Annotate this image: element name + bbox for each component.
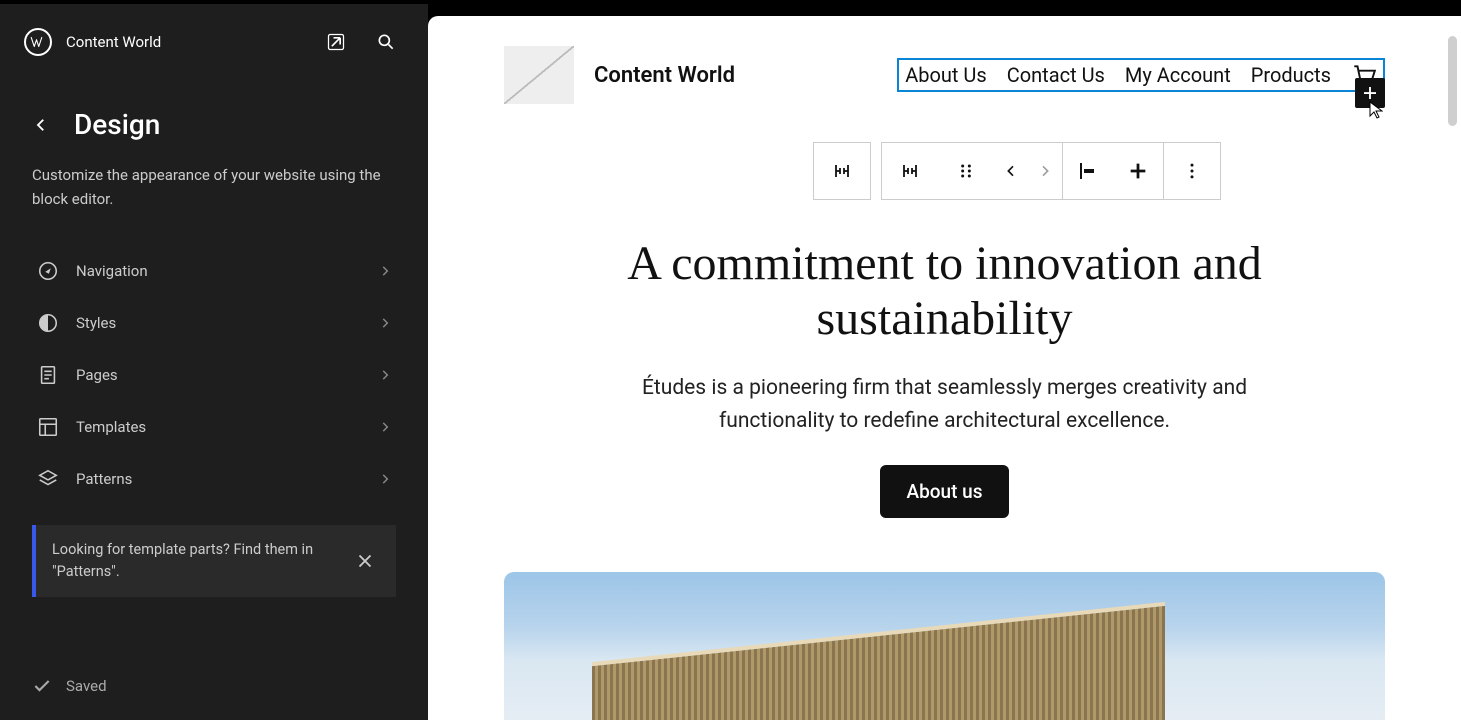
saved-label: Saved <box>66 677 107 695</box>
site-preview-canvas[interactable]: Content World About Us Contact Us My Acc… <box>428 16 1461 720</box>
nav-link-about[interactable]: About Us <box>905 63 987 87</box>
menu-label: Templates <box>76 418 362 436</box>
chevron-right-icon <box>378 368 392 382</box>
select-parent-button[interactable] <box>882 143 938 199</box>
more-options-button[interactable] <box>1164 143 1220 199</box>
block-type-button[interactable] <box>814 143 870 199</box>
chevron-right-icon <box>378 316 392 330</box>
chevron-right-icon <box>378 420 392 434</box>
navigation-block-selected[interactable]: About Us Contact Us My Account Products <box>897 58 1385 92</box>
menu-label: Patterns <box>76 470 362 488</box>
nav-link-products[interactable]: Products <box>1251 63 1331 87</box>
saved-status: Saved <box>0 656 428 720</box>
menu-label: Pages <box>76 366 362 384</box>
patterns-icon <box>36 467 60 491</box>
menu-item-patterns[interactable]: Patterns <box>32 453 396 505</box>
templates-icon <box>36 415 60 439</box>
hero-cta-button[interactable]: About us <box>880 465 1008 518</box>
move-left-button[interactable] <box>994 143 1028 199</box>
site-logo-placeholder[interactable] <box>504 46 574 104</box>
notice-text: Looking for template parts? Find them in… <box>52 539 338 583</box>
menu-item-templates[interactable]: Templates <box>32 401 396 453</box>
nav-link-contact[interactable]: Contact Us <box>1007 63 1105 87</box>
chevron-right-icon <box>378 264 392 278</box>
menu-item-navigation[interactable]: Navigation <box>32 245 396 297</box>
hero-subtitle[interactable]: Études is a pioneering firm that seamles… <box>595 372 1295 437</box>
close-notice-button[interactable] <box>350 546 380 576</box>
template-parts-notice: Looking for template parts? Find them in… <box>32 525 396 597</box>
section-description: Customize the appearance of your website… <box>32 163 396 211</box>
scrollbar[interactable] <box>1448 36 1457 126</box>
block-toolbar <box>813 142 1461 200</box>
chevron-right-icon <box>378 472 392 486</box>
menu-label: Navigation <box>76 262 362 280</box>
move-right-button[interactable] <box>1028 143 1062 199</box>
menu-item-styles[interactable]: Styles <box>32 297 396 349</box>
section-title: Design <box>74 108 160 141</box>
site-title: Content World <box>66 33 304 51</box>
site-header: Content World About Us Contact Us My Acc… <box>428 16 1461 114</box>
hero-title[interactable]: A commitment to innovation and sustainab… <box>528 236 1361 346</box>
menu-item-pages[interactable]: Pages <box>32 349 396 401</box>
add-block-button[interactable] <box>1355 78 1385 108</box>
wordpress-logo-icon[interactable] <box>24 28 52 56</box>
back-button[interactable] <box>32 116 52 134</box>
sidebar-header: Content World <box>0 4 428 80</box>
check-icon <box>32 676 52 696</box>
drag-handle[interactable] <box>938 143 994 199</box>
menu-label: Styles <box>76 314 362 332</box>
styles-icon <box>36 311 60 335</box>
site-brand[interactable]: Content World <box>594 63 735 88</box>
pages-icon <box>36 363 60 387</box>
design-menu: Navigation Styles Pages <box>32 245 396 505</box>
hero-section: A commitment to innovation and sustainab… <box>428 200 1461 518</box>
nav-link-account[interactable]: My Account <box>1125 63 1231 87</box>
add-item-button[interactable] <box>1113 143 1163 199</box>
compass-icon <box>36 259 60 283</box>
hero-image[interactable] <box>504 572 1385 720</box>
search-button[interactable] <box>368 24 404 60</box>
open-site-button[interactable] <box>318 24 354 60</box>
editor-sidebar: Content World Design Customize the appea… <box>0 4 428 720</box>
align-button[interactable] <box>1063 143 1113 199</box>
